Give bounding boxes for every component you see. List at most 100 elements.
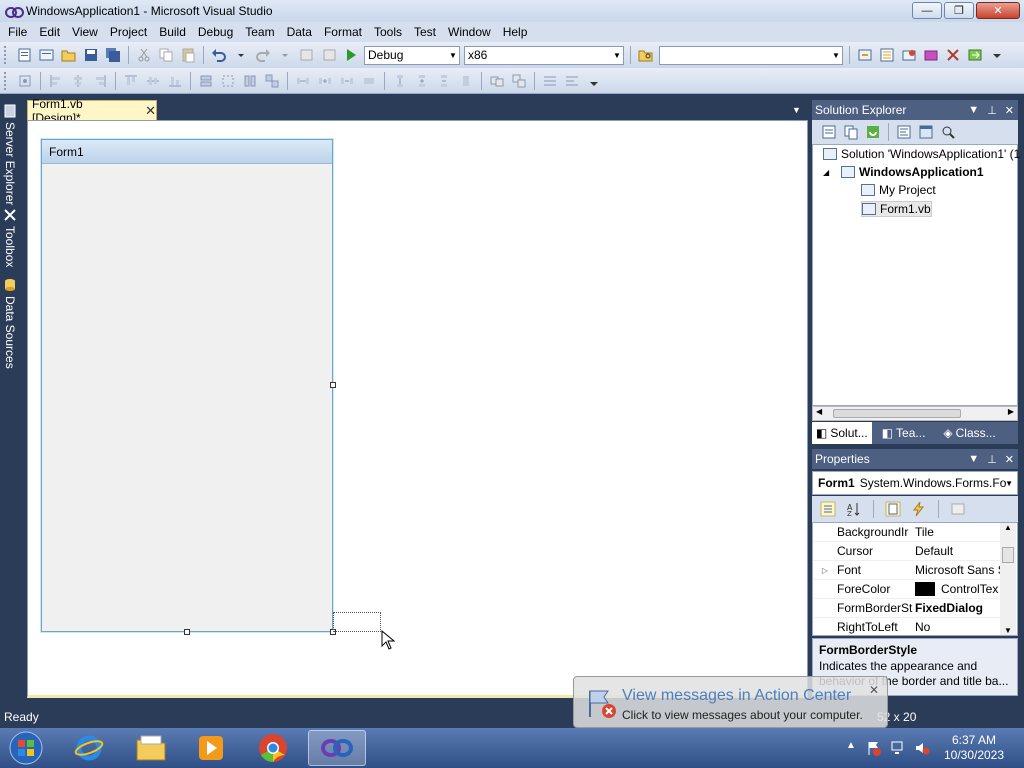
property-row[interactable]: ForeColor ControlTex — [813, 580, 1003, 599]
toolbar-grip[interactable] — [4, 71, 8, 90]
close-tab-icon[interactable]: ✕ — [145, 103, 156, 119]
pin-icon[interactable]: ⊥ — [987, 453, 997, 466]
undo-dropdown-icon[interactable] — [233, 47, 249, 63]
network-icon[interactable] — [890, 740, 906, 756]
property-row[interactable]: ▷ Font Microsoft Sans S — [813, 561, 1003, 580]
find-in-files-icon[interactable] — [638, 47, 654, 63]
align-lefts-icon[interactable] — [48, 73, 64, 89]
property-value[interactable]: No — [915, 620, 1003, 634]
property-row[interactable]: BackgroundIr Tile — [813, 523, 1003, 542]
property-pages-icon[interactable] — [950, 501, 966, 517]
paste-icon[interactable] — [180, 47, 196, 63]
resize-handle-right[interactable] — [330, 382, 336, 388]
system-clock[interactable]: 6:37 AM 10/30/2023 — [939, 733, 1009, 763]
save-all-icon[interactable] — [105, 47, 121, 63]
refresh-icon[interactable] — [865, 124, 881, 140]
save-icon[interactable] — [83, 47, 99, 63]
maximize-button[interactable]: ❐ — [944, 2, 974, 19]
solution-explorer-icon[interactable] — [857, 47, 873, 63]
events-lightning-icon[interactable] — [911, 501, 927, 517]
tab-solution-explorer[interactable]: ◧ Solut... — [812, 422, 872, 444]
decrease-vertical-spacing-icon[interactable] — [436, 73, 452, 89]
menu-format[interactable]: Format — [318, 22, 368, 42]
window-position-icon[interactable]: ▼ — [968, 104, 979, 117]
open-file-icon[interactable] — [61, 47, 77, 63]
extension-manager-icon[interactable] — [945, 47, 961, 63]
chevron-down-icon[interactable]: ▼ — [447, 47, 459, 64]
toolbar-options-icon[interactable] — [586, 73, 602, 89]
remove-vertical-spacing-icon[interactable] — [458, 73, 474, 89]
property-value[interactable]: Tile — [915, 525, 1003, 539]
toolbar-options-icon[interactable] — [989, 47, 1005, 63]
chevron-down-icon[interactable]: ▼ — [830, 47, 842, 64]
align-bottoms-icon[interactable] — [167, 73, 183, 89]
document-list-dropdown-icon[interactable]: ▼ — [792, 105, 801, 115]
minimize-button[interactable]: — — [912, 2, 942, 19]
scroll-thumb[interactable] — [1002, 547, 1014, 563]
object-browser-icon[interactable] — [901, 47, 917, 63]
taskbar-file-explorer[interactable] — [122, 730, 180, 766]
properties-window-icon[interactable] — [879, 47, 895, 63]
property-value-color[interactable]: ControlTex — [915, 582, 1003, 596]
property-value[interactable]: Default — [915, 544, 1003, 558]
menu-edit[interactable]: Edit — [33, 22, 66, 42]
scroll-thumb[interactable] — [833, 409, 961, 418]
new-project-icon[interactable] — [17, 47, 33, 63]
tab-class-view[interactable]: ◈ Class... — [939, 422, 999, 444]
taskbar-internet-explorer[interactable] — [60, 730, 118, 766]
align-tops-icon[interactable] — [123, 73, 139, 89]
redo-icon[interactable] — [255, 47, 271, 63]
send-to-back-icon[interactable] — [564, 73, 580, 89]
show-hidden-icons[interactable]: ▲ — [846, 740, 856, 751]
chevron-down-icon[interactable]: ▼ — [1005, 479, 1013, 488]
decrease-horizontal-spacing-icon[interactable] — [339, 73, 355, 89]
navigate-backward-icon[interactable] — [299, 47, 315, 63]
tree-node-solution[interactable]: Solution 'WindowsApplication1' (1 — [823, 147, 1020, 161]
property-row[interactable]: Cursor Default — [813, 542, 1003, 561]
tree-node-form1[interactable]: Form1.vb — [861, 201, 932, 217]
toolbox-tab[interactable]: Toolbox — [2, 208, 18, 267]
size-to-grid-icon[interactable] — [220, 73, 236, 89]
align-to-grid-icon[interactable] — [17, 73, 33, 89]
menu-build[interactable]: Build — [153, 22, 192, 42]
find-combo[interactable]: ▼ — [659, 45, 843, 65]
server-explorer-tab[interactable]: Server Explorer — [2, 104, 18, 205]
redo-dropdown-icon[interactable] — [277, 47, 293, 63]
tab-team-explorer[interactable]: ◧ Tea... — [878, 422, 930, 444]
remove-horizontal-spacing-icon[interactable] — [361, 73, 377, 89]
alphabetical-icon[interactable]: AZ — [846, 501, 862, 517]
close-panel-icon[interactable]: ✕ — [1005, 104, 1014, 117]
tab-form1-design[interactable]: Form1.vb [Design]* ✕ — [27, 97, 157, 125]
collapse-arrow-icon[interactable]: ◢ — [823, 168, 841, 177]
menu-help[interactable]: Help — [497, 22, 534, 42]
make-same-height-icon[interactable] — [242, 73, 258, 89]
add-item-icon[interactable] — [39, 47, 55, 63]
property-value[interactable]: Microsoft Sans S — [915, 563, 1003, 577]
start-debugging-icon[interactable] — [343, 47, 359, 63]
scroll-down-icon[interactable]: ▼ — [1004, 626, 1012, 635]
menu-team[interactable]: Team — [239, 22, 280, 42]
center-horizontally-icon[interactable] — [489, 73, 505, 89]
close-panel-icon[interactable]: ✕ — [1005, 453, 1014, 466]
taskbar-chrome[interactable] — [244, 730, 302, 766]
property-value[interactable]: FixedDialog — [915, 601, 1003, 615]
scroll-left-icon[interactable]: ◀ — [816, 407, 822, 416]
toolbox-icon[interactable] — [923, 47, 939, 63]
view-code-icon[interactable] — [896, 124, 912, 140]
form1-designer[interactable]: Form1 — [41, 139, 333, 632]
scroll-right-icon[interactable]: ▶ — [1008, 407, 1014, 416]
taskbar-media-player[interactable] — [182, 730, 240, 766]
view-designer-icon[interactable] — [918, 124, 934, 140]
make-same-size-icon[interactable] — [264, 73, 280, 89]
property-object-selector[interactable]: Form1 System.Windows.Forms.Fo ▼ — [812, 471, 1018, 495]
chevron-down-icon[interactable]: ▼ — [611, 47, 623, 64]
navigate-forward-icon[interactable] — [321, 47, 337, 63]
toolbar-grip[interactable] — [4, 46, 8, 64]
volume-muted-icon[interactable] — [914, 740, 930, 756]
menu-file[interactable]: File — [2, 22, 33, 42]
properties-icon[interactable] — [821, 124, 837, 140]
menu-view[interactable]: View — [66, 22, 104, 42]
property-row[interactable]: RightToLeft No — [813, 618, 1003, 635]
tree-node-project[interactable]: ◢ WindowsApplication1 — [823, 165, 984, 179]
view-class-diagram-icon[interactable] — [940, 124, 956, 140]
